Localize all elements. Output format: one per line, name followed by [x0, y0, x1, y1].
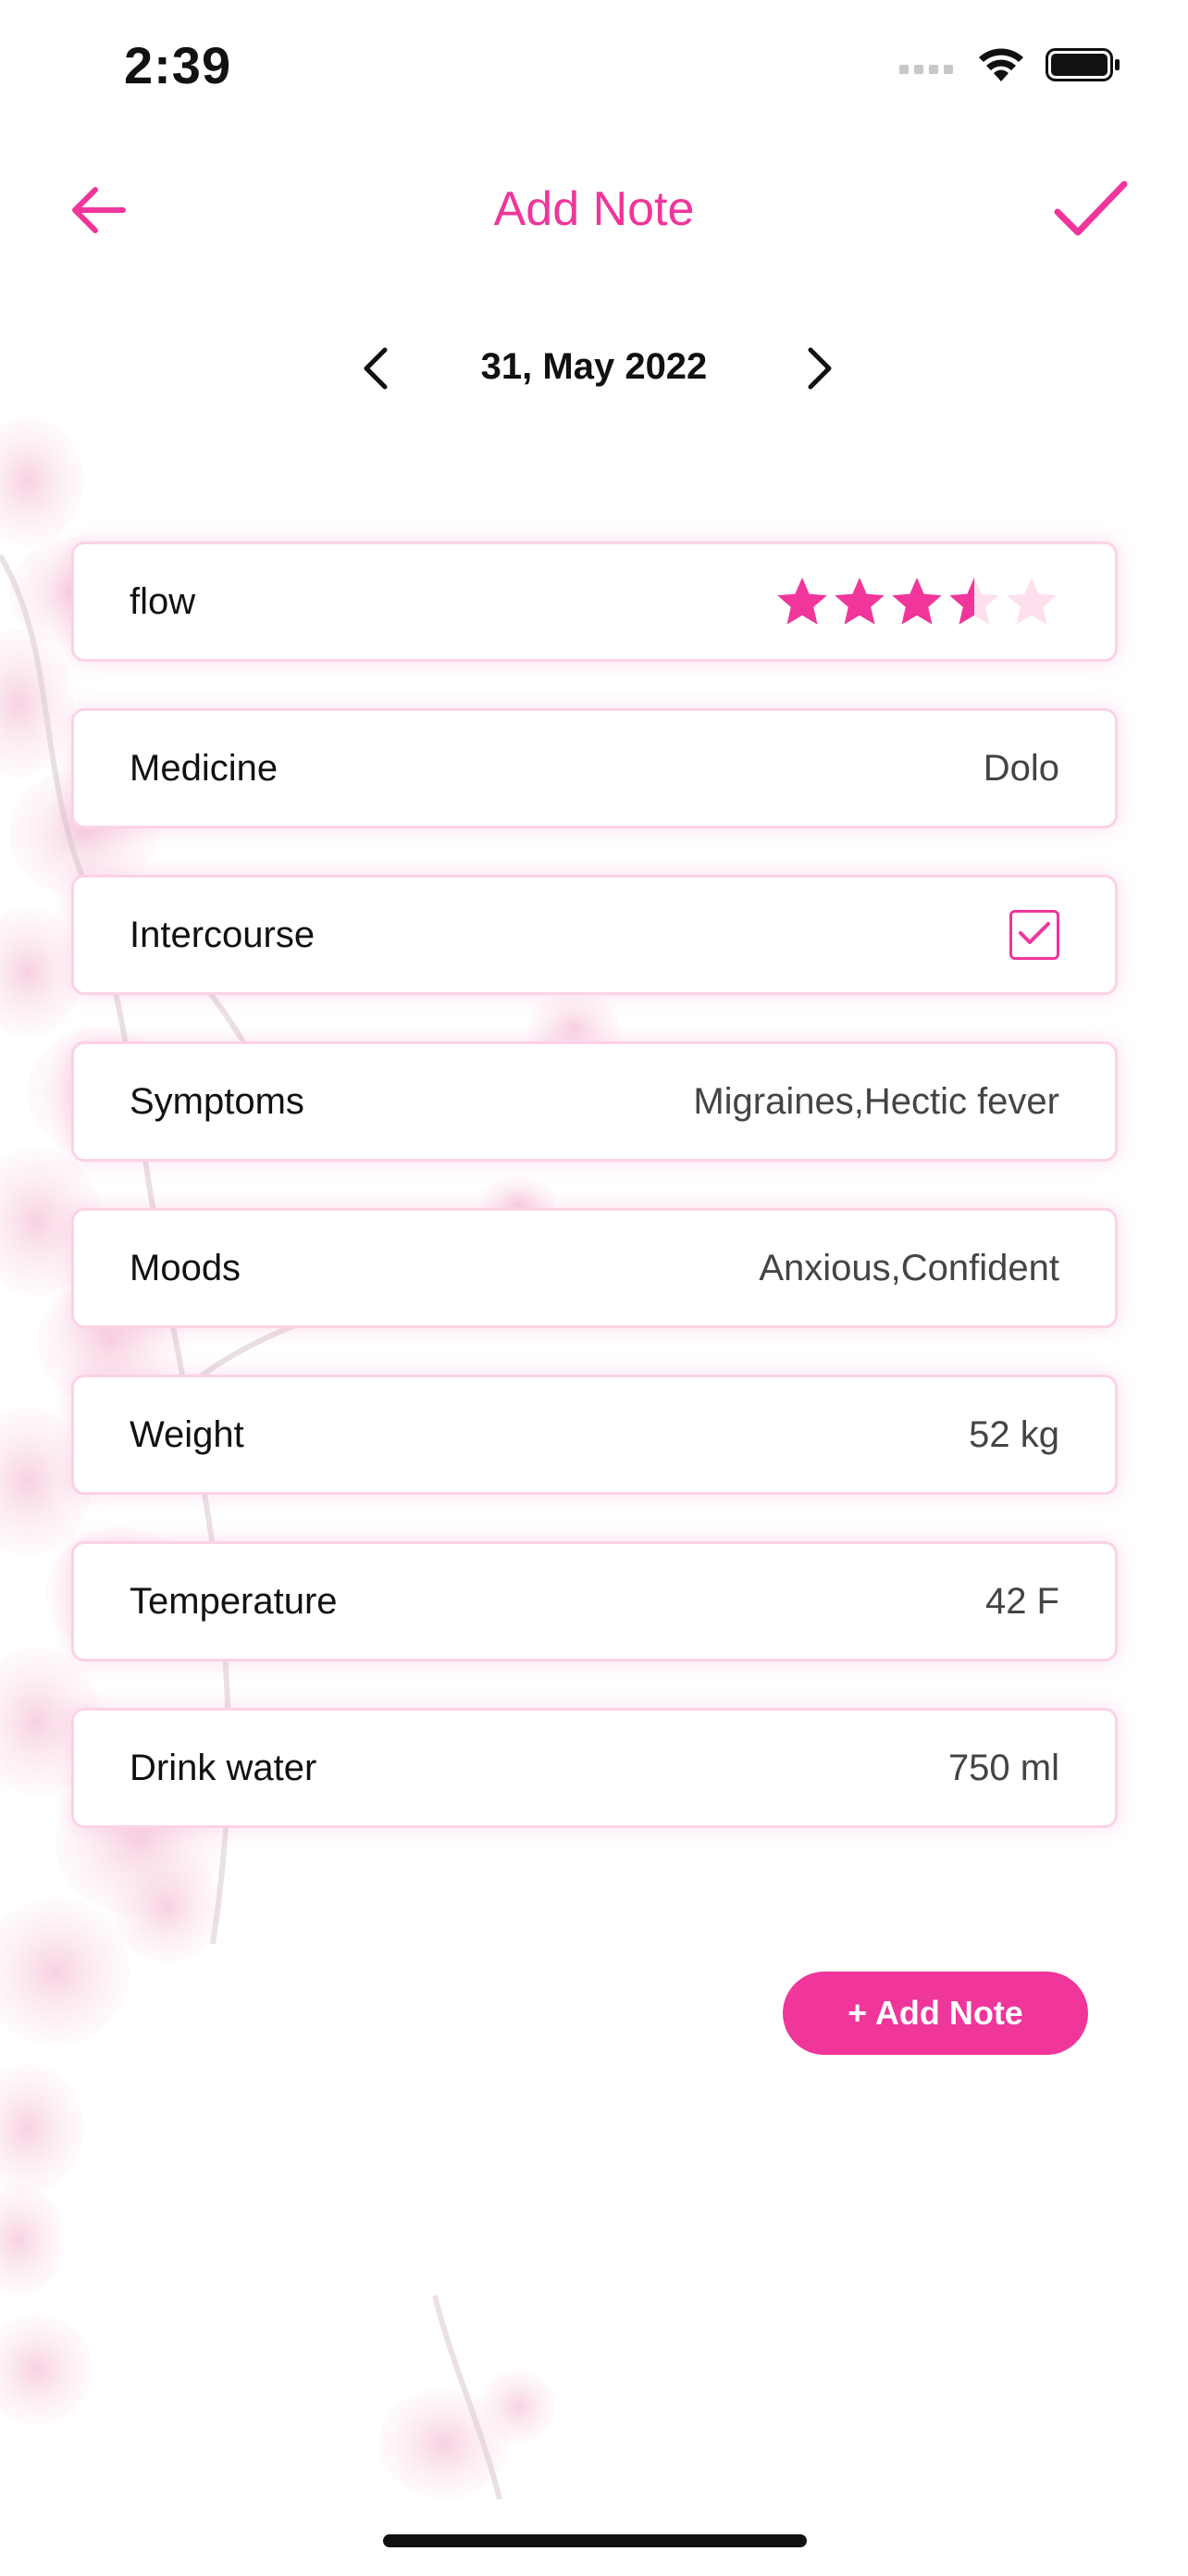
medicine-card[interactable]: Medicine Dolo	[71, 708, 1118, 828]
weight-card[interactable]: Weight 52 kg	[71, 1375, 1118, 1495]
temperature-value: 42 F	[984, 1580, 1059, 1622]
date-navigator: 31, May 2022	[0, 333, 1188, 407]
medicine-label: Medicine	[130, 747, 278, 789]
current-date: 31, May 2022	[480, 346, 708, 387]
star-icon[interactable]	[832, 574, 887, 629]
flow-rating[interactable]	[774, 574, 1059, 629]
moods-label: Moods	[130, 1247, 241, 1288]
chevron-right-icon	[805, 346, 835, 395]
drink-water-value: 750 ml	[947, 1747, 1059, 1788]
drink-water-label: Drink water	[130, 1747, 317, 1788]
star-icon[interactable]	[947, 574, 1002, 629]
status-icons	[899, 46, 1121, 88]
intercourse-card[interactable]: Intercourse	[71, 875, 1118, 995]
temperature-label: Temperature	[130, 1580, 338, 1622]
note-entries: flow Medicine Dolo Intercourse Symptoms …	[71, 541, 1118, 1874]
check-icon	[1017, 919, 1052, 952]
moods-value: Anxious,Confident	[759, 1247, 1059, 1288]
symptoms-value: Migraines,Hectic fever	[693, 1080, 1059, 1122]
battery-icon	[1046, 46, 1121, 88]
status-time: 2:39	[124, 36, 232, 94]
symptoms-label: Symptoms	[130, 1080, 304, 1122]
star-icon[interactable]	[774, 574, 830, 629]
home-indicator[interactable]	[383, 2534, 807, 2547]
intercourse-label: Intercourse	[130, 914, 316, 955]
next-date-button[interactable]	[792, 342, 848, 398]
flow-label: flow	[130, 580, 196, 622]
star-icon[interactable]	[1004, 574, 1059, 629]
save-button[interactable]	[1049, 174, 1132, 248]
symptoms-card[interactable]: Symptoms Migraines,Hectic fever	[71, 1041, 1118, 1162]
drink-water-card[interactable]: Drink water 750 ml	[71, 1708, 1118, 1828]
header: Add Note	[0, 157, 1188, 268]
status-bar: 2:39	[0, 0, 1188, 130]
flow-card[interactable]: flow	[71, 541, 1118, 662]
weight-value: 52 kg	[969, 1413, 1059, 1455]
intercourse-checkbox[interactable]	[1009, 910, 1059, 960]
signal-icon	[899, 56, 957, 79]
page-title: Add Note	[493, 182, 695, 236]
add-note-button[interactable]: + Add Note	[783, 1972, 1088, 2055]
moods-card[interactable]: Moods Anxious,Confident	[71, 1208, 1118, 1328]
checkmark-icon	[1052, 179, 1130, 244]
star-icon[interactable]	[889, 574, 945, 629]
wifi-icon	[977, 46, 1025, 88]
medicine-value: Dolo	[983, 747, 1059, 789]
temperature-card[interactable]: Temperature 42 F	[71, 1541, 1118, 1661]
weight-label: Weight	[130, 1413, 244, 1455]
